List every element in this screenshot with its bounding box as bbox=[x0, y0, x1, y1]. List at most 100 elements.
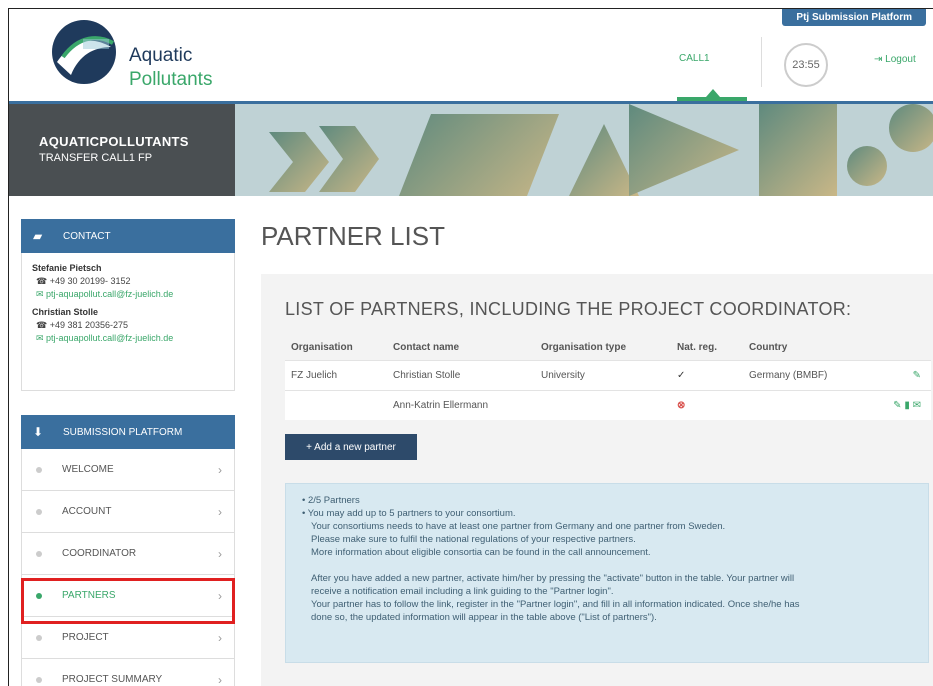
chevron-right-icon: › bbox=[218, 546, 222, 561]
cell-contact: Ann-Katrin Ellermann bbox=[387, 389, 535, 420]
chevron-right-icon: › bbox=[218, 504, 222, 519]
col-contact-name: Contact name bbox=[387, 336, 535, 360]
edit-icon[interactable]: ✎ bbox=[913, 370, 921, 381]
banner-title-block: AQUATICPOLLUTANTS TRANSFER CALL1 FP bbox=[9, 104, 235, 196]
row-actions: ✎ ▮ ✉ bbox=[863, 389, 931, 420]
site-header: Ptj Submission Platform Aquatic Pollutan… bbox=[9, 9, 933, 101]
mail-icon: ✉ bbox=[36, 333, 47, 343]
logout-icon: ⇥ bbox=[874, 54, 886, 65]
row-actions: ✎ bbox=[863, 359, 931, 390]
submission-platform-menu: ⬇ SUBMISSION PLATFORM WELCOME › ACCOUNT … bbox=[21, 415, 235, 686]
contact-header: ▰ CONTACT bbox=[21, 219, 235, 253]
banner-subtitle: TRANSFER CALL1 FP bbox=[39, 152, 153, 164]
col-organisation: Organisation bbox=[285, 336, 387, 360]
contact-name: Stefanie Pietsch bbox=[32, 263, 102, 273]
app-frame: Ptj Submission Platform Aquatic Pollutan… bbox=[8, 8, 933, 686]
status-dot bbox=[36, 550, 42, 557]
info-box: • 2/5 Partners • You may add up to 5 par… bbox=[285, 483, 929, 663]
logo[interactable]: Aquatic Pollutants bbox=[49, 17, 219, 92]
table-row: FZ Juelich Christian Stolle University ✓… bbox=[285, 359, 931, 390]
col-nat-reg: Nat. reg. bbox=[671, 336, 743, 360]
cell-organisation: FZ Juelich bbox=[285, 359, 387, 390]
hero-banner: AQUATICPOLLUTANTS TRANSFER CALL1 FP bbox=[9, 101, 933, 196]
chevron-right-icon: › bbox=[218, 672, 222, 686]
col-country: Country bbox=[743, 336, 863, 360]
info-line: done so, the updated information will ap… bbox=[311, 612, 657, 623]
chevron-right-icon: › bbox=[218, 630, 222, 645]
logo-text-pollutants: Pollutants bbox=[129, 69, 213, 90]
status-dot bbox=[36, 508, 42, 515]
phone-icon: ☎ bbox=[36, 320, 50, 330]
info-line: After you have added a new partner, acti… bbox=[311, 573, 795, 584]
cell-contact: Christian Stolle bbox=[387, 359, 535, 390]
contact-email[interactable]: ✉ ptj-aquapollut.call@fz-juelich.de bbox=[36, 332, 224, 345]
info-line: Please make sure to fulfil the national … bbox=[311, 534, 636, 545]
logo-text-aquatic: Aquatic bbox=[129, 45, 193, 66]
contact-phone: ☎ +49 381 20356-275 bbox=[36, 319, 224, 332]
menu-item-account[interactable]: ACCOUNT › bbox=[21, 491, 235, 533]
banner-square bbox=[759, 104, 837, 196]
menu-item-label: PROJECT SUMMARY bbox=[62, 674, 163, 685]
cell-organisation bbox=[285, 389, 387, 420]
menu-item-welcome[interactable]: WELCOME › bbox=[21, 449, 235, 491]
status-dot bbox=[36, 466, 42, 473]
page-title: PARTNER LIST bbox=[261, 221, 445, 251]
banner-parallelogram bbox=[399, 114, 559, 196]
platform-label: Ptj Submission Platform bbox=[782, 9, 926, 26]
email-icon[interactable]: ✉ bbox=[913, 400, 921, 411]
col-organisation-type: Organisation type bbox=[535, 336, 671, 360]
banner-circle-1 bbox=[847, 146, 887, 186]
status-dot bbox=[36, 676, 42, 683]
info-max-partners: • You may add up to 5 partners to your c… bbox=[302, 508, 516, 519]
logout-link[interactable]: ⇥ Logout bbox=[874, 54, 916, 65]
banner-triangle-1 bbox=[569, 124, 639, 196]
download-icon: ⬇ bbox=[33, 425, 44, 439]
contact-heading: CONTACT bbox=[63, 230, 111, 242]
delete-icon[interactable]: ▮ bbox=[904, 400, 910, 411]
contact-email-address: ptj-aquapollut.call@fz-juelich.de bbox=[46, 289, 174, 299]
info-line: receive a notification email including a… bbox=[311, 586, 614, 597]
check-icon: ✓ bbox=[671, 359, 743, 390]
menu-item-project-summary[interactable]: PROJECT SUMMARY › bbox=[21, 659, 235, 686]
logo-icon bbox=[52, 20, 116, 84]
contact-email[interactable]: ✉ ptj-aquapollut.call@fz-juelich.de bbox=[36, 288, 224, 301]
contact-phone-number: +49 30 20199- 3152 bbox=[49, 276, 131, 286]
contact-email-address: ptj-aquapollut.call@fz-juelich.de bbox=[46, 333, 174, 343]
banner-circle-2 bbox=[889, 104, 933, 152]
phone-icon: ☎ bbox=[36, 276, 50, 286]
submission-header: ⬇ SUBMISSION PLATFORM bbox=[21, 415, 235, 449]
info-partners-count: • 2/5 Partners bbox=[302, 495, 360, 506]
nav-active-caret bbox=[706, 89, 720, 97]
chat-icon: ▰ bbox=[33, 229, 43, 243]
session-timer: 23:55 bbox=[784, 43, 828, 87]
menu-item-label: PROJECT bbox=[62, 632, 109, 643]
info-line: Your partner has to follow the link, reg… bbox=[311, 599, 800, 610]
info-line: More information about eligible consorti… bbox=[311, 547, 651, 558]
chevron-right-icon: › bbox=[218, 462, 222, 477]
table-header-row: Organisation Contact name Organisation t… bbox=[285, 336, 931, 360]
col-actions bbox=[863, 336, 931, 360]
menu-item-label: WELCOME bbox=[62, 464, 114, 475]
cell-country bbox=[743, 389, 863, 420]
info-line: Your consortiums needs to have at least … bbox=[311, 521, 726, 532]
banner-arrow-1 bbox=[269, 132, 329, 192]
list-title: LIST OF PARTNERS, INCLUDING THE PROJECT … bbox=[285, 299, 852, 319]
mail-icon: ✉ bbox=[36, 289, 47, 299]
cell-country: Germany (BMBF) bbox=[743, 359, 863, 390]
banner-arrow-2 bbox=[319, 126, 379, 192]
contact-phone: ☎ +49 30 20199- 3152 bbox=[36, 275, 224, 288]
menu-item-label: COORDINATOR bbox=[62, 548, 137, 559]
edit-icon[interactable]: ✎ bbox=[893, 400, 901, 411]
banner-title: AQUATICPOLLUTANTS bbox=[39, 134, 189, 149]
menu-item-coordinator[interactable]: COORDINATOR › bbox=[21, 533, 235, 575]
add-partner-button[interactable]: + Add a new partner bbox=[285, 434, 417, 460]
contact-phone-number: +49 381 20356-275 bbox=[49, 320, 129, 330]
partners-table: Organisation Contact name Organisation t… bbox=[285, 336, 931, 420]
not-registered-icon: ⊗ bbox=[671, 389, 743, 420]
nav-call1[interactable]: CALL1 bbox=[679, 53, 710, 64]
table-row: Ann-Katrin Ellermann ⊗ ✎ ▮ ✉ bbox=[285, 389, 931, 420]
cell-type bbox=[535, 389, 671, 420]
submission-heading: SUBMISSION PLATFORM bbox=[63, 426, 183, 438]
cell-type: University bbox=[535, 359, 671, 390]
